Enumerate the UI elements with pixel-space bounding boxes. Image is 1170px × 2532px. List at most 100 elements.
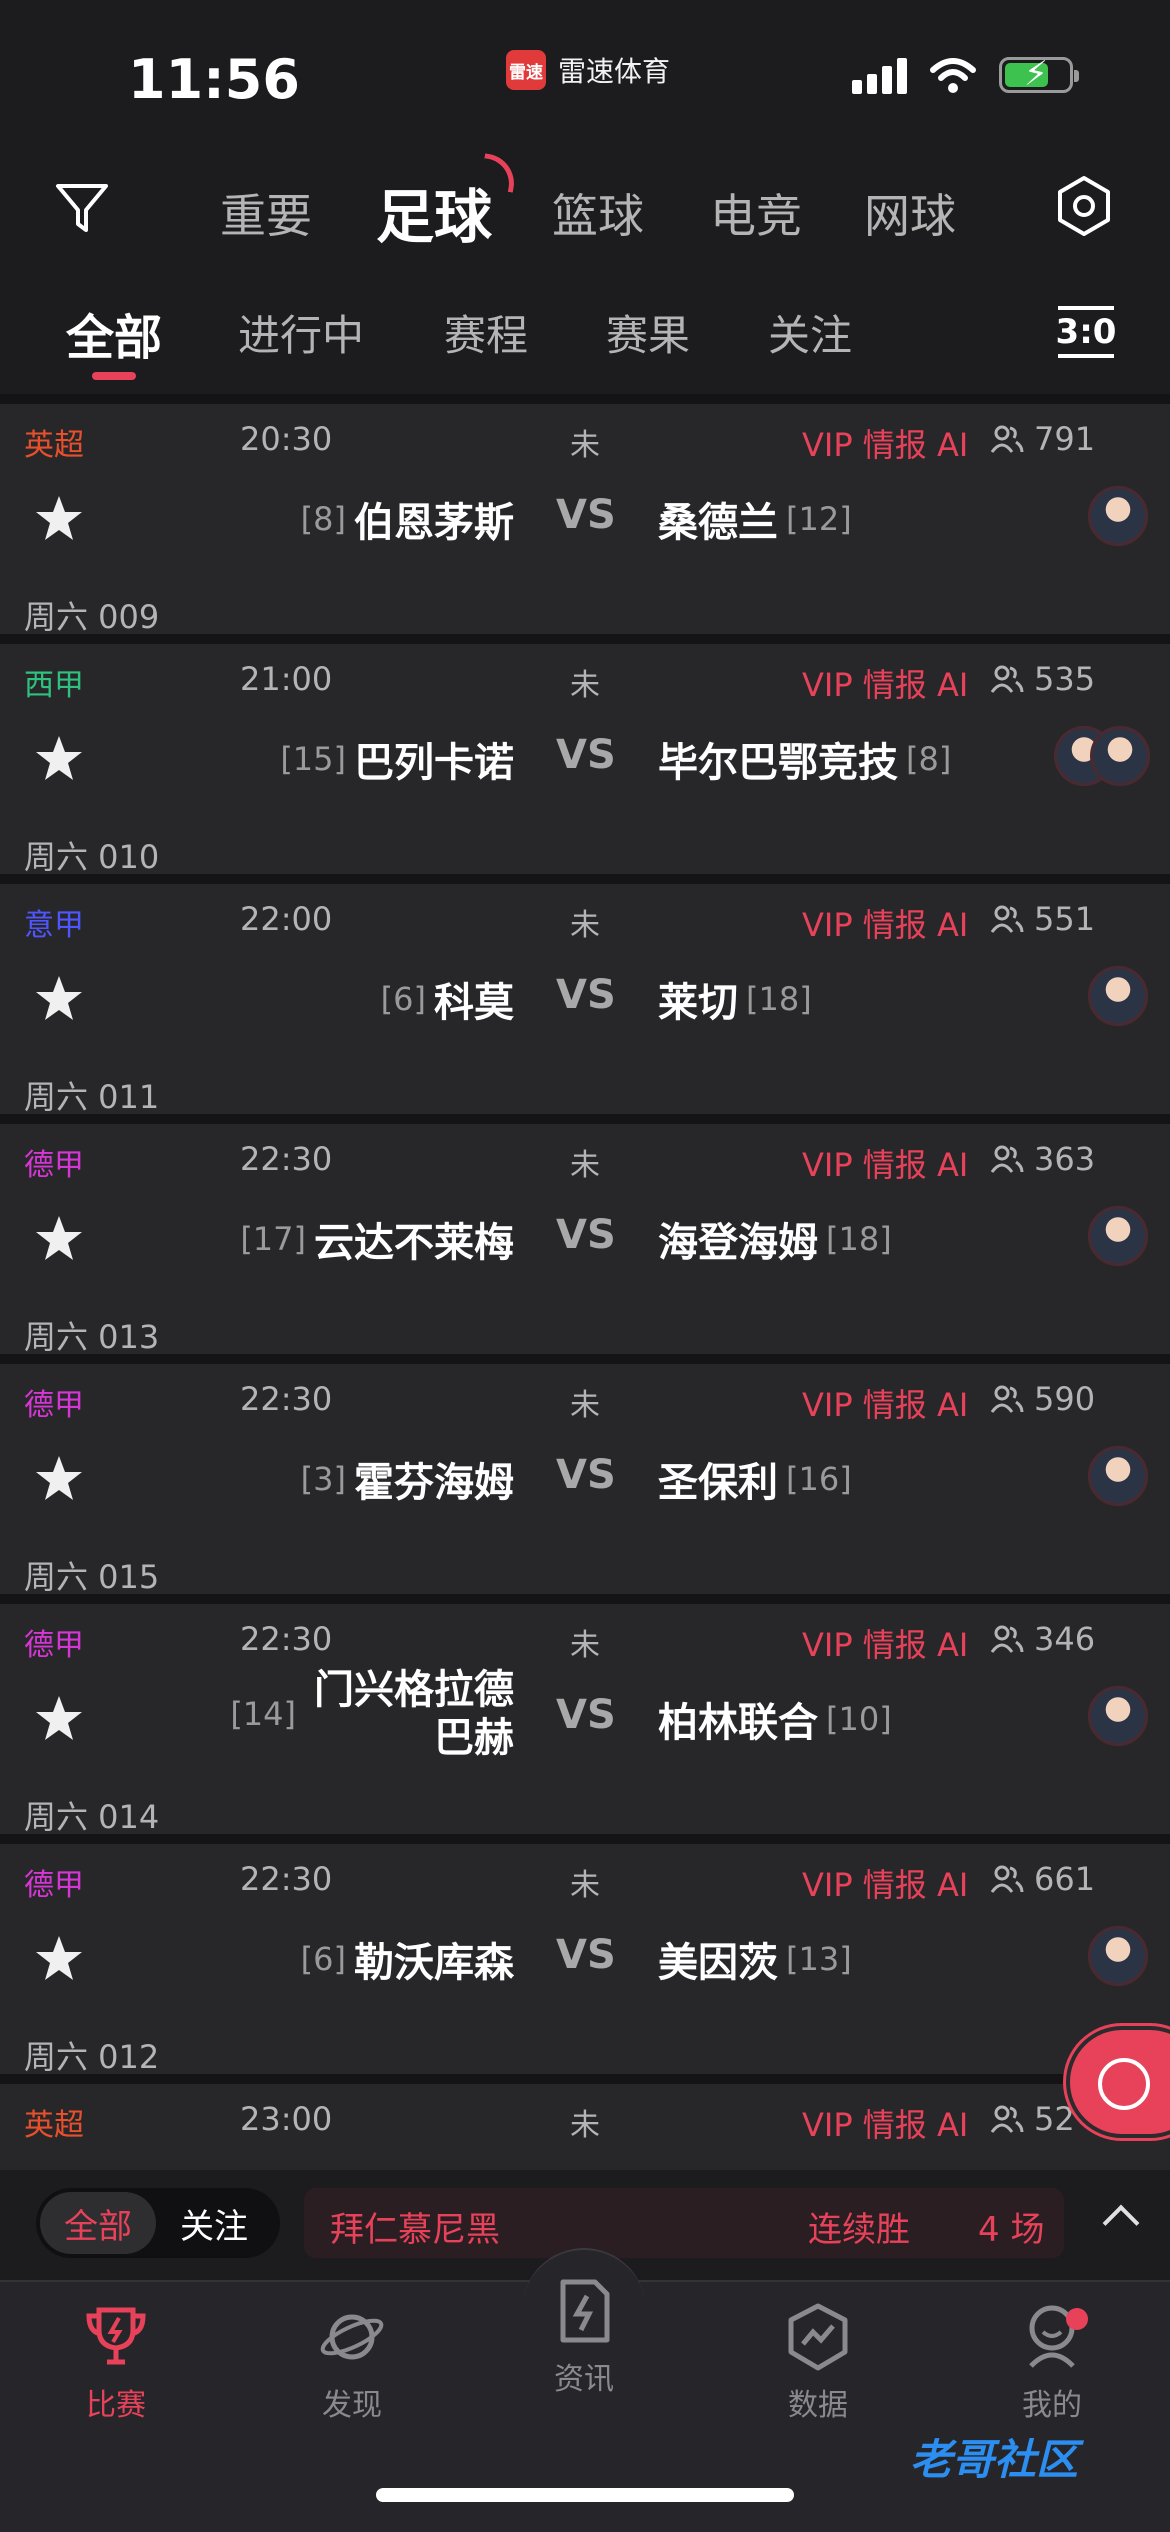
vip-info-link[interactable]: VIP 情报 AI (802, 1620, 968, 1666)
match-card[interactable]: 西甲 21:00 未 VIP 情报 AI 535 [15] 巴列卡诺 VS 毕尔… (0, 634, 1170, 876)
kickoff-time: 21:00 (240, 660, 333, 698)
match-card[interactable]: 德甲 22:30 未 VIP 情报 AI 346 [14] 门兴格拉德 巴赫 VS… (0, 1594, 1170, 1836)
expert-avatar[interactable] (1088, 1926, 1148, 1986)
match-card[interactable]: 德甲 22:30 未 VIP 情报 AI 590 [3] 霍芬海姆 VS 圣保利… (0, 1354, 1170, 1596)
home-team: [15] 巴列卡诺 (280, 730, 514, 788)
match-card[interactable]: 英超 20:30 未 VIP 情报 AI 791 [8] 伯恩茅斯 VS 桑德兰… (0, 394, 1170, 636)
home-rank: [3] (300, 1460, 346, 1498)
match-card[interactable]: 德甲 22:30 未 VIP 情报 AI 363 [17] 云达不莱梅 VS 海… (0, 1114, 1170, 1356)
away-rank: [12] (786, 500, 852, 538)
tab-matches[interactable]: 比赛 (46, 2302, 186, 2424)
match-card[interactable]: 意甲 22:00 未 VIP 情报 AI 551 [6] 科莫 VS 莱切 [1… (0, 874, 1170, 1116)
tab-important[interactable]: 重要 (220, 180, 312, 246)
vs-label: VS (556, 1212, 616, 1258)
tab-data[interactable]: 数据 (748, 2302, 888, 2424)
home-team: [6] 勒沃库森 (301, 1930, 514, 1988)
vs-label: VS (556, 1932, 616, 1978)
users-icon (990, 665, 1024, 693)
tab-football[interactable]: 足球 (376, 170, 492, 254)
filter-icon[interactable] (52, 178, 112, 238)
viewers-count: 363 (990, 1140, 1095, 1178)
away-team-name: 海登海姆 (658, 1220, 818, 1266)
tab-discover[interactable]: 发现 (282, 2302, 422, 2424)
streak-team: 拜仁慕尼黑 (330, 2210, 500, 2250)
trophy-icon (86, 2307, 146, 2365)
tab-tennis[interactable]: 网球 (864, 180, 956, 246)
expert-avatar[interactable] (1090, 726, 1150, 786)
favorite-star-icon[interactable] (32, 492, 86, 546)
settings-icon[interactable] (1052, 174, 1116, 238)
toggle-follow[interactable]: 关注 (156, 2192, 272, 2254)
match-number: 周六 015 (24, 1558, 160, 1596)
tab-news[interactable]: 资讯 (514, 2276, 654, 2398)
viewers-count: 791 (990, 420, 1095, 458)
planet-icon (320, 2314, 384, 2360)
favorite-star-icon[interactable] (32, 1932, 86, 1986)
favorite-star-icon[interactable] (32, 732, 86, 786)
vip-info-link[interactable]: VIP 情报 AI (802, 2100, 968, 2146)
users-icon (990, 1865, 1024, 1893)
home-indicator[interactable] (376, 2488, 794, 2502)
match-number: 周六 010 (24, 838, 160, 876)
match-list: 英超 20:30 未 VIP 情报 AI 791 [8] 伯恩茅斯 VS 桑德兰… (0, 394, 1170, 2194)
streak-banner[interactable]: 拜仁慕尼黑 连续胜 4 场 (304, 2188, 1064, 2258)
away-team-name: 美因茨 (658, 1940, 778, 1986)
data-shield-icon (788, 2303, 848, 2371)
league-label: 德甲 (24, 1628, 84, 1663)
toggle-all[interactable]: 全部 (40, 2192, 156, 2254)
tab-label: 我的 (1022, 2388, 1082, 2423)
favorite-star-icon[interactable] (32, 1212, 86, 1266)
expert-avatar[interactable] (1088, 966, 1148, 1026)
notification-dot (1066, 2308, 1088, 2330)
kickoff-time: 22:30 (240, 1140, 333, 1178)
viewers-number: 551 (1034, 900, 1096, 938)
home-team: [17] 云达不莱梅 (240, 1210, 514, 1268)
expert-avatar[interactable] (1088, 486, 1148, 546)
away-team: 毕尔巴鄂竞技 [8] (658, 730, 951, 788)
favorite-star-icon[interactable] (32, 972, 86, 1026)
match-status: 未 (570, 1148, 600, 1183)
tab-profile[interactable]: 我的 (982, 2302, 1122, 2424)
away-rank: [10] (826, 1700, 892, 1738)
viewers-count: 535 (990, 660, 1095, 698)
globe-icon (1098, 2058, 1150, 2110)
filter-schedule[interactable]: 赛程 (444, 302, 528, 363)
expert-avatar[interactable] (1088, 1206, 1148, 1266)
away-team: 美因茨 [13] (658, 1930, 852, 1988)
match-card[interactable]: 德甲 22:30 未 VIP 情报 AI 661 [6] 勒沃库森 VS 美因茨… (0, 1834, 1170, 2076)
kickoff-time: 20:30 (240, 420, 333, 458)
floating-globe-button[interactable] (1066, 2026, 1170, 2138)
league-label: 英超 (24, 428, 84, 463)
away-rank: [18] (826, 1220, 892, 1258)
vip-info-link[interactable]: VIP 情报 AI (802, 660, 968, 706)
away-rank: [16] (786, 1460, 852, 1498)
chevron-up-icon[interactable] (1102, 2204, 1140, 2242)
filter-nav: 全部 进行中 赛程 赛果 关注 3:0 (0, 290, 1170, 390)
viewers-count: 590 (990, 1380, 1095, 1418)
status-icons: ⚡ (852, 54, 1079, 94)
app-name: 雷速体育 (558, 55, 671, 88)
vip-info-link[interactable]: VIP 情报 AI (802, 900, 968, 946)
filter-all[interactable]: 全部 (66, 298, 162, 368)
vip-info-link[interactable]: VIP 情报 AI (802, 1380, 968, 1426)
vip-info-link[interactable]: VIP 情报 AI (802, 420, 968, 466)
vip-info-link[interactable]: VIP 情报 AI (802, 1140, 968, 1186)
filter-following[interactable]: 关注 (768, 302, 852, 363)
match-number: 周六 011 (24, 1078, 160, 1116)
favorite-star-icon[interactable] (32, 1692, 86, 1746)
expert-avatar[interactable] (1088, 1686, 1148, 1746)
match-number: 周六 013 (24, 1318, 160, 1356)
expert-avatar[interactable] (1088, 1446, 1148, 1506)
filter-live[interactable]: 进行中 (238, 302, 364, 363)
viewers-number: 535 (1034, 660, 1096, 698)
favorite-star-icon[interactable] (32, 1452, 86, 1506)
away-team: 桑德兰 [12] (658, 490, 852, 548)
filter-results[interactable]: 赛果 (606, 302, 690, 363)
tab-esports[interactable]: 电竞 (710, 180, 802, 246)
tab-basketball[interactable]: 篮球 (552, 180, 644, 246)
away-team: 莱切 [18] (658, 970, 812, 1028)
home-team: [6] 科莫 (381, 970, 514, 1028)
vip-info-link[interactable]: VIP 情报 AI (802, 1860, 968, 1906)
match-number: 周六 012 (24, 2038, 160, 2076)
score-view-icon[interactable]: 3:0 (1056, 306, 1116, 358)
